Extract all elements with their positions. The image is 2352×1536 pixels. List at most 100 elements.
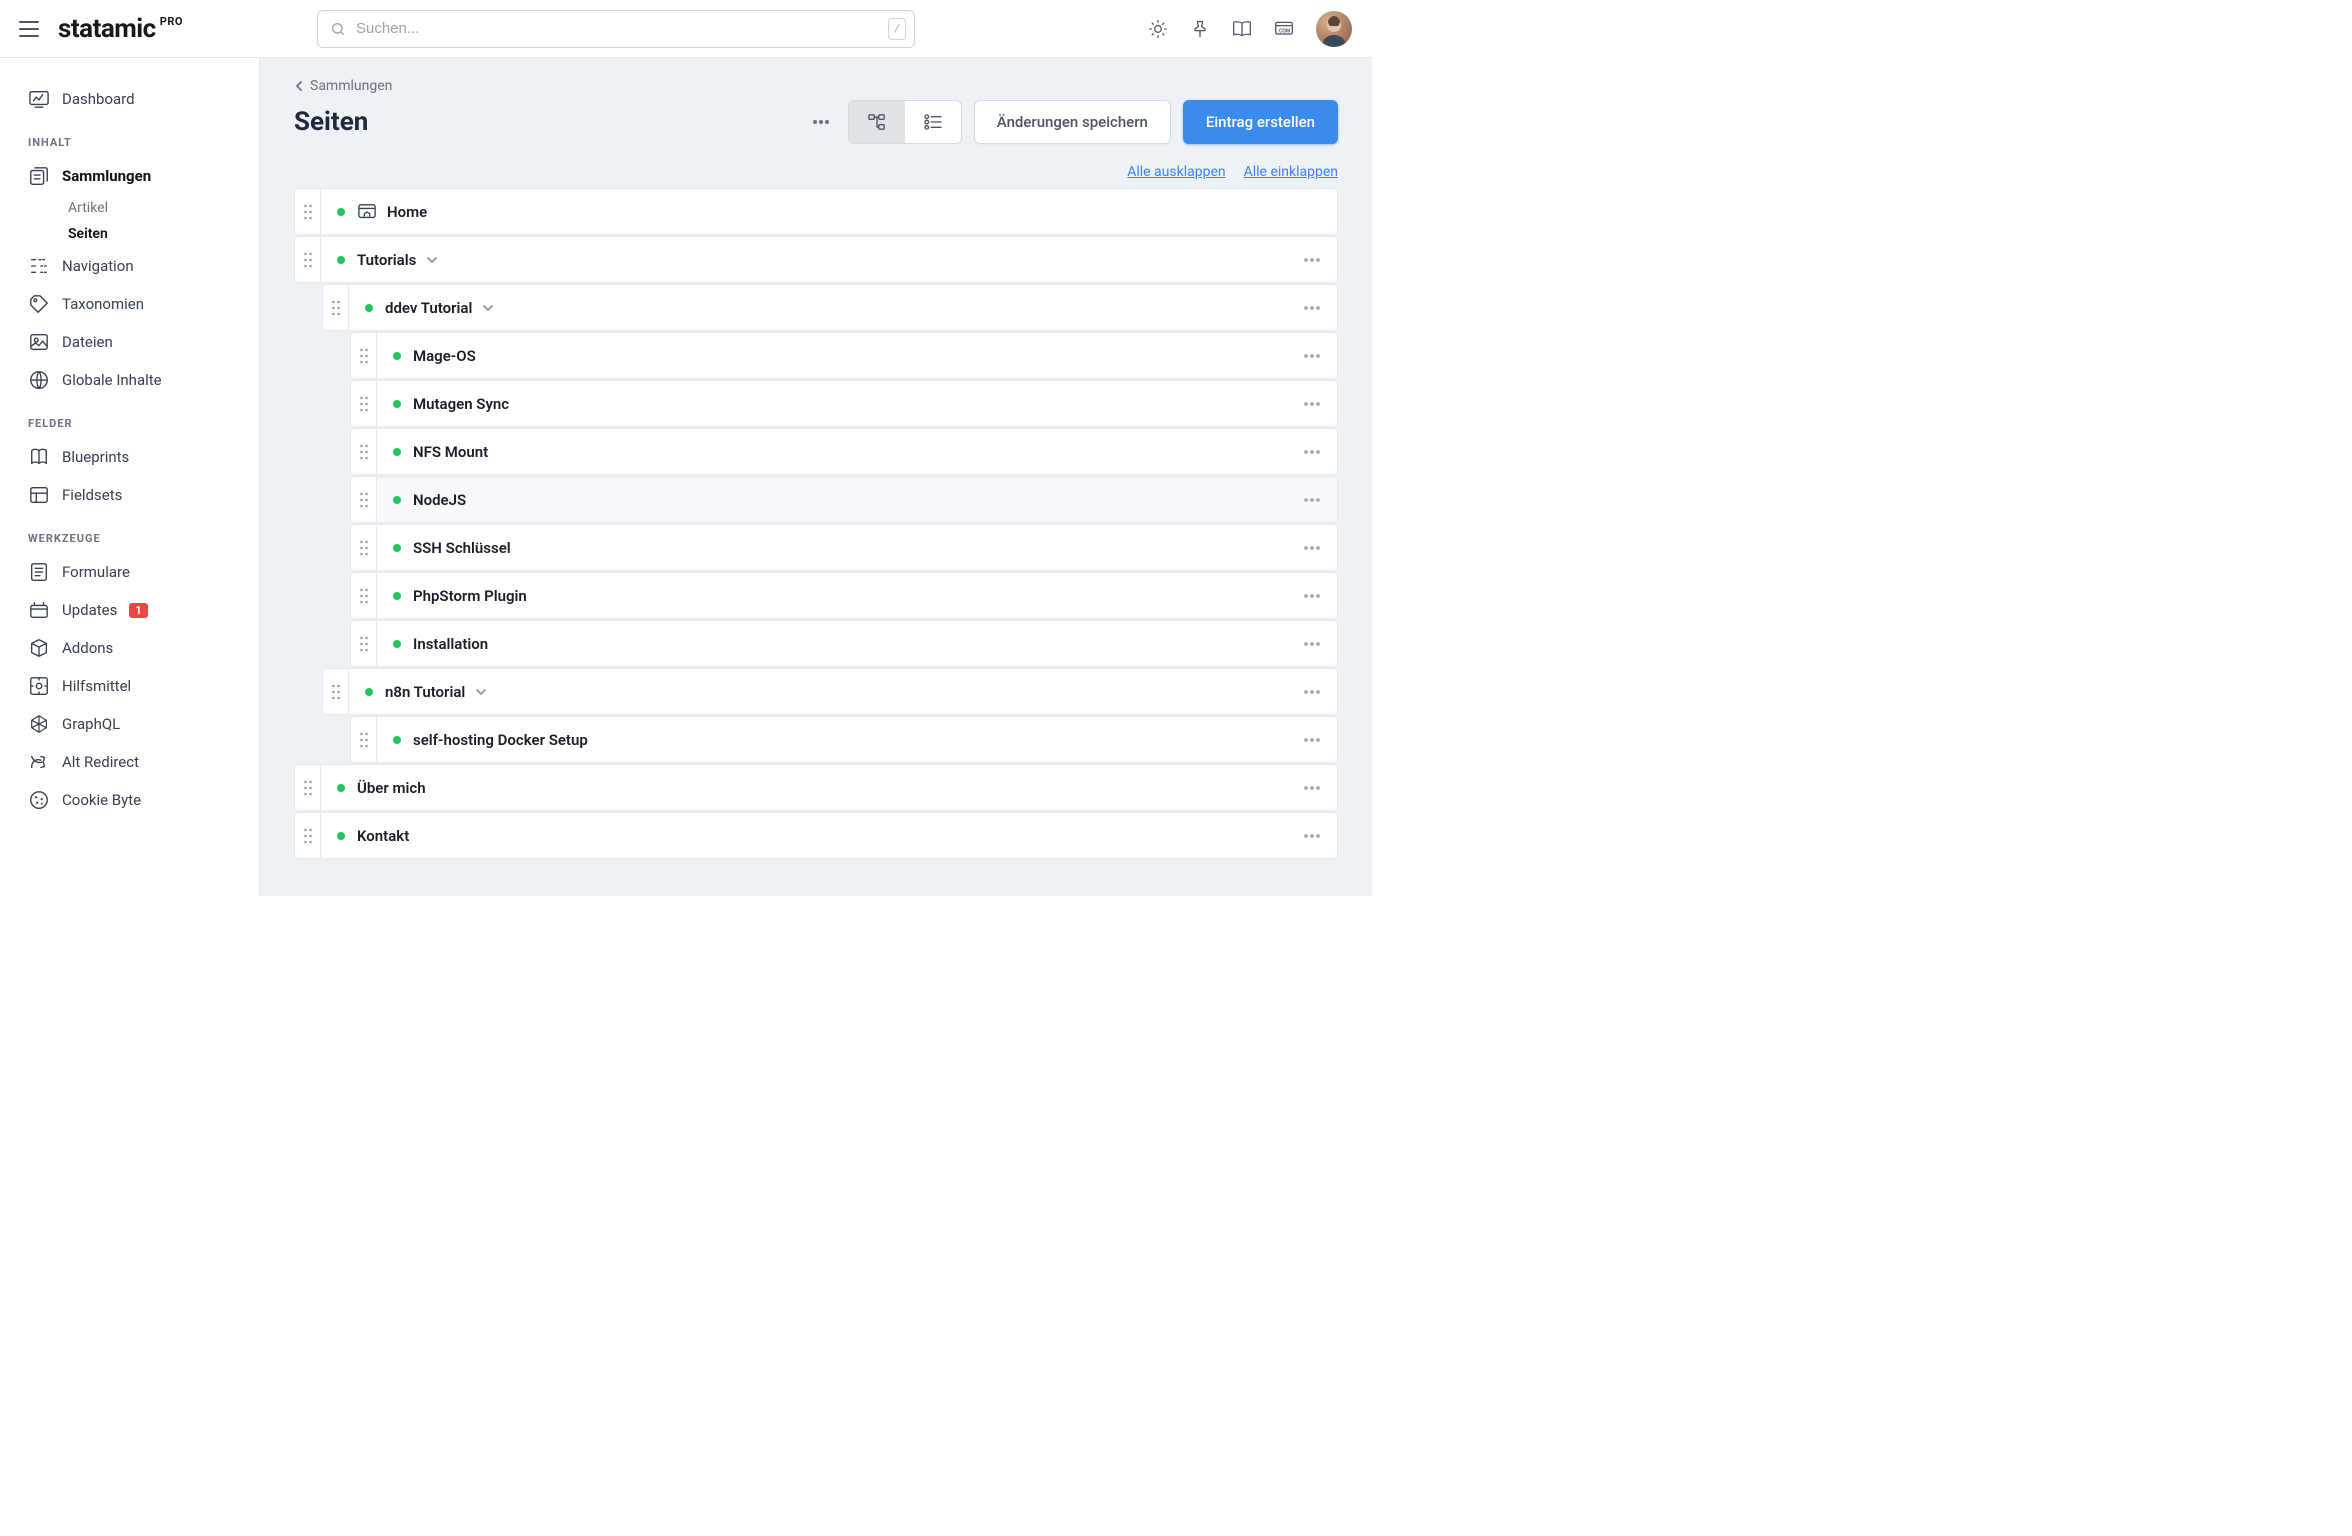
drag-handle[interactable]	[350, 476, 376, 523]
nav-cookiebyte[interactable]: Cookie Byte	[0, 781, 259, 819]
cookie-icon	[28, 789, 50, 811]
tree-node[interactable]: Über mich	[320, 764, 1338, 811]
tree-node[interactable]: ddev Tutorial	[348, 284, 1338, 331]
nav-sub-seiten[interactable]: Seiten	[0, 221, 259, 247]
nav-graphql[interactable]: GraphQL	[0, 705, 259, 743]
drag-handle[interactable]	[350, 572, 376, 619]
nav-formulare[interactable]: Formulare	[0, 553, 259, 591]
row-actions-menu[interactable]	[1299, 445, 1325, 459]
nav-sub-artikel[interactable]: Artikel	[0, 195, 259, 221]
tree-row: Mage-OS	[350, 332, 1338, 379]
tree-node[interactable]: Installation	[376, 620, 1338, 667]
tree-node[interactable]: Mage-OS	[376, 332, 1338, 379]
tree-node[interactable]: self-hosting Docker Setup	[376, 716, 1338, 763]
tree-row: self-hosting Docker Setup	[350, 716, 1338, 763]
breadcrumb[interactable]: Sammlungen	[294, 78, 1338, 94]
row-actions-menu[interactable]	[1299, 637, 1325, 651]
create-entry-button[interactable]: Eintrag erstellen	[1183, 100, 1338, 144]
tree-row: SSH Schlüssel	[350, 524, 1338, 571]
tree-node[interactable]: n8n Tutorial	[348, 668, 1338, 715]
page-actions-menu[interactable]	[806, 119, 836, 125]
nav-sammlungen[interactable]: Sammlungen	[0, 157, 259, 195]
nav-hilfsmittel[interactable]: Hilfsmittel	[0, 667, 259, 705]
tree-node[interactable]: SSH Schlüssel	[376, 524, 1338, 571]
nav-navigation[interactable]: Navigation	[0, 247, 259, 285]
tree-node[interactable]: NodeJS	[376, 476, 1338, 523]
row-actions-menu[interactable]	[1299, 301, 1325, 315]
nav-fieldsets[interactable]: Fieldsets	[0, 476, 259, 514]
node-title: Home	[387, 203, 427, 221]
status-dot	[337, 832, 345, 840]
row-actions-menu[interactable]	[1299, 397, 1325, 411]
node-title: PhpStorm Plugin	[413, 587, 527, 605]
site-icon[interactable]: .COM	[1274, 19, 1294, 39]
nav-updates[interactable]: Updates 1	[0, 591, 259, 629]
global-search[interactable]: /	[317, 10, 915, 48]
nav-blueprints[interactable]: Blueprints	[0, 438, 259, 476]
row-actions-menu[interactable]	[1299, 253, 1325, 267]
status-dot	[393, 544, 401, 552]
logo[interactable]: statamic PRO	[58, 14, 183, 44]
nav-dashboard[interactable]: Dashboard	[0, 80, 259, 118]
row-actions-menu[interactable]	[1299, 541, 1325, 555]
docs-icon[interactable]	[1232, 19, 1252, 39]
drag-handle[interactable]	[294, 236, 320, 283]
tree-row: Tutorials	[294, 236, 1338, 283]
nav-label: Formulare	[62, 563, 130, 581]
view-tree-button[interactable]	[849, 101, 905, 143]
drag-handle[interactable]	[294, 188, 320, 235]
drag-handle[interactable]	[322, 668, 348, 715]
tree-row: Mutagen Sync	[350, 380, 1338, 427]
tree-node[interactable]: Home	[320, 188, 1338, 235]
user-avatar[interactable]	[1316, 11, 1352, 47]
tree-node[interactable]: Kontakt	[320, 812, 1338, 859]
row-actions-menu[interactable]	[1299, 781, 1325, 795]
home-icon	[357, 203, 377, 221]
row-actions-menu[interactable]	[1299, 493, 1325, 507]
tree-node[interactable]: Mutagen Sync	[376, 380, 1338, 427]
drag-handle[interactable]	[294, 764, 320, 811]
chevron-down-icon[interactable]	[426, 255, 438, 265]
status-dot	[393, 448, 401, 456]
nav-globale[interactable]: Globale Inhalte	[0, 361, 259, 399]
row-actions-menu[interactable]	[1299, 733, 1325, 747]
drag-handle[interactable]	[350, 428, 376, 475]
row-actions-menu[interactable]	[1299, 829, 1325, 843]
nav-altredirect[interactable]: Alt Redirect	[0, 743, 259, 781]
search-input[interactable]	[354, 19, 880, 38]
tree-node[interactable]: PhpStorm Plugin	[376, 572, 1338, 619]
nav-addons[interactable]: Addons	[0, 629, 259, 667]
chevron-down-icon[interactable]	[475, 687, 487, 697]
chevron-down-icon[interactable]	[482, 303, 494, 313]
drag-handle[interactable]	[322, 284, 348, 331]
save-changes-button[interactable]: Änderungen speichern	[974, 100, 1171, 144]
tree-node[interactable]: NFS Mount	[376, 428, 1338, 475]
tree-row: NFS Mount	[350, 428, 1338, 475]
drag-handle[interactable]	[350, 524, 376, 571]
node-title: Mage-OS	[413, 347, 476, 365]
node-title: Tutorials	[357, 251, 416, 269]
drag-handle[interactable]	[350, 716, 376, 763]
pin-icon[interactable]	[1190, 19, 1210, 39]
expand-all-link[interactable]: Alle ausklappen	[1127, 164, 1225, 180]
node-title: n8n Tutorial	[385, 683, 465, 701]
menu-toggle-button[interactable]	[14, 14, 44, 44]
nav-label: Navigation	[62, 257, 134, 275]
theme-toggle-icon[interactable]	[1148, 19, 1168, 39]
collapse-all-link[interactable]: Alle einklappen	[1244, 164, 1338, 180]
row-actions-menu[interactable]	[1299, 349, 1325, 363]
nav-dateien[interactable]: Dateien	[0, 323, 259, 361]
tree-row: n8n Tutorial	[322, 668, 1338, 715]
status-dot	[393, 640, 401, 648]
row-actions-menu[interactable]	[1299, 685, 1325, 699]
status-dot	[393, 592, 401, 600]
drag-handle[interactable]	[350, 380, 376, 427]
view-list-button[interactable]	[905, 101, 961, 143]
row-actions-menu[interactable]	[1299, 589, 1325, 603]
drag-handle[interactable]	[350, 332, 376, 379]
drag-handle[interactable]	[350, 620, 376, 667]
nav-taxonomien[interactable]: Taxonomien	[0, 285, 259, 323]
tree-row: PhpStorm Plugin	[350, 572, 1338, 619]
drag-handle[interactable]	[294, 812, 320, 859]
tree-node[interactable]: Tutorials	[320, 236, 1338, 283]
